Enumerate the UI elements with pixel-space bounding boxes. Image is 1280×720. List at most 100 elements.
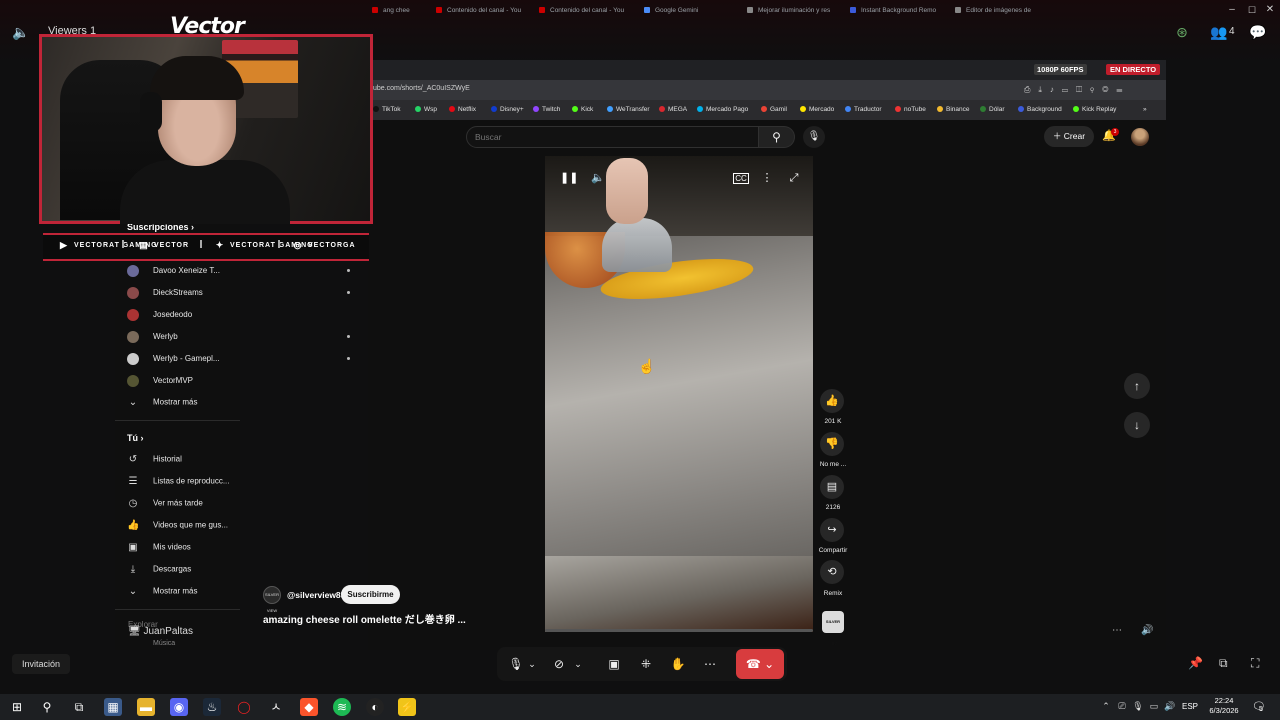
next-short-button[interactable]: ↓ xyxy=(1124,412,1150,438)
bookmark-item[interactable]: MEGA xyxy=(659,106,687,113)
sound-thumbnail[interactable]: SILVER VIEW xyxy=(822,611,844,646)
more-icon[interactable]: ⋯ xyxy=(1112,625,1122,636)
pause-icon[interactable]: ❚❚ xyxy=(560,170,578,186)
share-button[interactable]: ↪ xyxy=(820,518,844,542)
close-icon[interactable]: ✕ xyxy=(1264,2,1276,18)
browser-tab[interactable]: Instant Background Remo xyxy=(850,3,942,18)
captions-icon[interactable]: CC xyxy=(733,173,749,184)
camera-options-chevron-icon[interactable]: ⌄ xyxy=(570,651,586,677)
more-call-options-icon[interactable]: ⋯ xyxy=(696,651,724,677)
sidebar-subscription[interactable]: VectorMVP xyxy=(127,375,193,391)
language-indicator[interactable]: ESP xyxy=(1182,702,1198,711)
tray-app-icon[interactable]: ⎚ xyxy=(1116,701,1128,712)
sticky-app-icon[interactable]: ⚡ xyxy=(398,698,416,716)
bookmark-item[interactable]: Mercado Pago xyxy=(697,106,748,113)
you-heading[interactable]: Tú › xyxy=(127,433,144,443)
soundboard-icon[interactable]: ✋ xyxy=(664,651,692,677)
app-icon[interactable]: ㅅ xyxy=(267,698,285,716)
activities-icon[interactable]: ⁜ xyxy=(632,651,660,677)
sidebar-item-music[interactable]: Música xyxy=(153,640,175,647)
fullscreen-call-icon[interactable]: ⛶ xyxy=(1251,656,1259,671)
bookmark-item[interactable]: Mercado xyxy=(800,106,834,113)
sidebar-subscription[interactable]: Werlyb xyxy=(127,331,350,347)
browser-tab[interactable]: Contenido del canal - You xyxy=(539,3,629,18)
bookmark-item[interactable]: Wsp xyxy=(415,106,437,113)
video-progress-bar[interactable] xyxy=(545,629,813,632)
show-more-you[interactable]: ⌄ Mostrar más xyxy=(127,586,198,602)
popout-icon[interactable]: ⧉ xyxy=(1219,656,1228,671)
tray-mic-icon[interactable]: 🎙 xyxy=(1132,701,1144,712)
mic-options-chevron-icon[interactable]: ⌄ xyxy=(524,651,540,677)
steam-icon[interactable]: ♨ xyxy=(203,698,221,716)
people-icon[interactable]: 👥 xyxy=(1210,24,1227,40)
sidebar-subscription[interactable]: Davoo Xeneize T... xyxy=(127,265,350,281)
fullscreen-icon[interactable]: ⤢ xyxy=(786,170,802,186)
speaker-icon[interactable]: 🔈 xyxy=(12,24,29,40)
sidebar-item[interactable]: ▣ Mis videos xyxy=(127,542,191,558)
file-app-icon[interactable]: ▦ xyxy=(104,698,122,716)
sidebar-subscription[interactable]: Josedeodo xyxy=(127,309,192,325)
url-text[interactable]: ube.com/shorts/_AC0uISZWyE xyxy=(373,85,470,92)
like-button[interactable]: 👍 xyxy=(820,389,844,413)
sidebar-subscription[interactable]: DieckStreams xyxy=(127,287,350,303)
sidebar-item[interactable]: ↺ Historial xyxy=(127,454,182,470)
browser-tab[interactable]: Mejorar iluminación y res xyxy=(747,3,839,18)
taskbar-clock[interactable]: 22:24 6/3/2026 xyxy=(1204,696,1244,716)
sidebar-item[interactable]: ☰ Listas de reproducc... xyxy=(127,476,230,492)
browser-tab[interactable]: ang chee xyxy=(372,3,424,18)
bookmark-item[interactable]: Kick Replay xyxy=(1073,106,1116,113)
channel-avatar[interactable]: SILVER VIEW xyxy=(263,586,281,613)
bookmark-item[interactable]: Dólar xyxy=(980,106,1005,113)
remix-button[interactable]: ⟲ xyxy=(820,560,844,584)
search-box[interactable] xyxy=(466,126,759,148)
task-view-icon[interactable]: ⧉ xyxy=(70,698,88,716)
tray-volume-icon[interactable]: 🔊 xyxy=(1164,701,1176,712)
short-title[interactable]: amazing cheese roll omelette だし巻き卵 ... xyxy=(263,611,466,626)
bookmarks-overflow-icon[interactable]: » xyxy=(1143,106,1147,113)
obs-icon[interactable]: ◐ xyxy=(366,698,384,716)
create-button[interactable]: ＋ Crear xyxy=(1044,126,1094,147)
bookmark-item[interactable]: noTube xyxy=(895,106,926,113)
bookmark-item[interactable]: Disney+ xyxy=(491,106,524,113)
volume-icon[interactable]: 🔈 xyxy=(590,170,606,186)
profile-avatar[interactable] xyxy=(1131,128,1149,146)
windows-start-icon[interactable]: ⊞ xyxy=(8,698,26,716)
more-options-icon[interactable]: ⋮ xyxy=(759,170,775,186)
bookmark-item[interactable]: Binance xyxy=(937,106,970,113)
pin-icon[interactable]: 📌 xyxy=(1188,656,1203,670)
invite-button[interactable]: Invitación xyxy=(12,654,70,674)
chat-icon[interactable]: 💬 xyxy=(1249,24,1266,40)
show-more-subscriptions[interactable]: ⌄ Mostrar más xyxy=(127,397,198,413)
sidebar-subscription[interactable]: Werlyb - Gamepl... xyxy=(127,353,350,369)
browser-tab[interactable]: Contenido del canal - You xyxy=(436,3,526,18)
browser-tab[interactable]: Google Gemini xyxy=(644,3,724,18)
browser-toolbar-icons[interactable]: ⎙⤓♪▭◫⚲◎☰ xyxy=(1024,85,1130,95)
bookmark-item[interactable]: WeTransfer xyxy=(607,106,650,113)
tray-network-icon[interactable]: ▭ xyxy=(1148,701,1160,712)
bookmark-item[interactable]: Twitch xyxy=(533,106,560,113)
subscribe-button[interactable]: Suscribirme xyxy=(341,585,400,604)
bookmark-item[interactable]: Traductor xyxy=(845,106,882,113)
search-icon[interactable]: ⚲ xyxy=(38,698,56,716)
server-icon[interactable]: ⊛ xyxy=(1174,24,1190,40)
microphone-icon[interactable]: 🎙 xyxy=(803,126,825,148)
bookmark-item[interactable]: Kick xyxy=(572,106,593,113)
tray-chevron-icon[interactable]: ⌃ xyxy=(1100,701,1112,712)
screen-share-icon[interactable]: ▣ xyxy=(600,651,628,677)
previous-short-button[interactable]: ↑ xyxy=(1124,373,1150,399)
browser-tab[interactable]: Editor de imágenes de xyxy=(955,3,1035,18)
maximize-icon[interactable]: ☐ xyxy=(1246,2,1258,18)
stream-volume-icon[interactable]: 🔊 xyxy=(1141,625,1153,636)
bookmark-item[interactable]: TikTok xyxy=(373,106,401,113)
search-icon[interactable]: ⚲ xyxy=(759,126,795,148)
camera-off-icon[interactable]: ⊘ xyxy=(545,651,573,677)
sidebar-item[interactable]: 👍 Videos que me gus... xyxy=(127,520,228,536)
brave-icon[interactable]: ◆ xyxy=(300,698,318,716)
search-input[interactable] xyxy=(475,132,745,142)
sidebar-item[interactable]: ◷ Ver más tarde xyxy=(127,498,203,514)
dislike-button[interactable]: 👎 xyxy=(820,432,844,456)
minimize-icon[interactable]: – xyxy=(1226,2,1238,18)
file-explorer-icon[interactable]: ▬ xyxy=(137,698,155,716)
spotify-icon[interactable]: ≋ xyxy=(333,698,351,716)
sidebar-item[interactable]: ⤓ Descargas xyxy=(127,564,191,580)
